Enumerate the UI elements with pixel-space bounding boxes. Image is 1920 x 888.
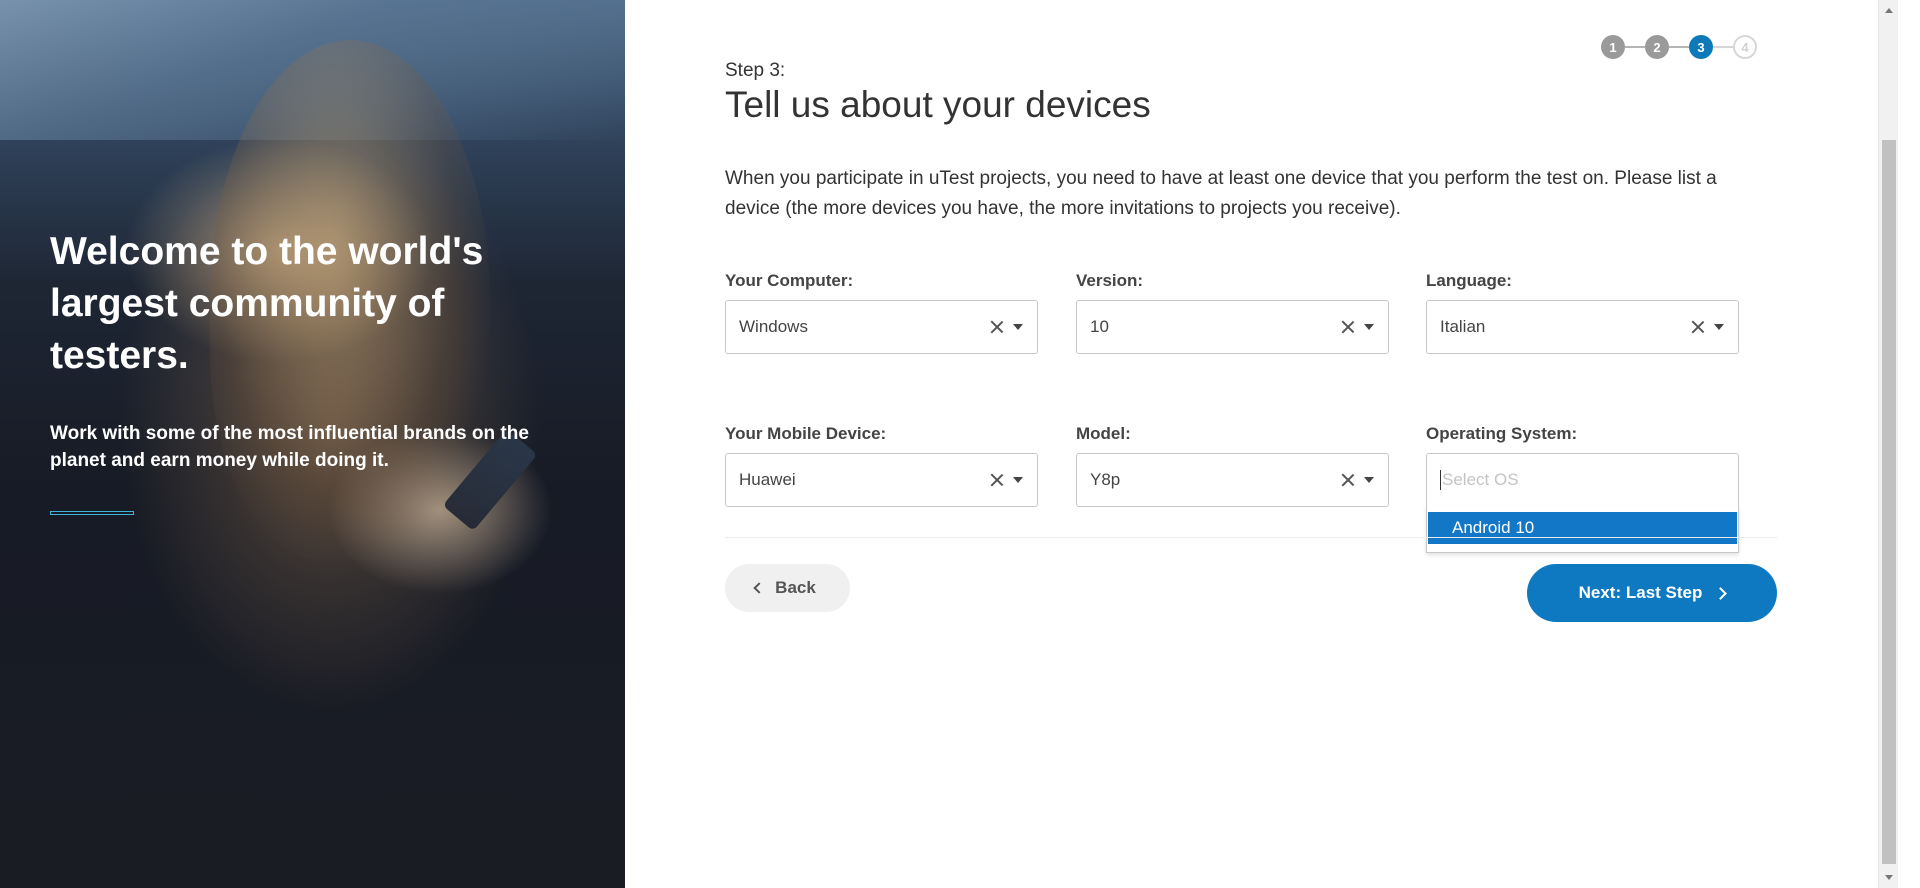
clear-icon[interactable] — [1688, 317, 1708, 337]
mobile-model-select[interactable]: Y8p — [1076, 453, 1389, 507]
caret-down-icon[interactable] — [1013, 477, 1023, 483]
step-1-indicator: 1 — [1601, 35, 1625, 59]
mobile-os-dropdown: Android 10 — [1426, 506, 1739, 553]
scroll-up-arrow-icon[interactable] — [1885, 8, 1893, 13]
step-4-indicator: 4 — [1733, 35, 1757, 59]
computer-language-select[interactable]: Italian — [1426, 300, 1739, 354]
hero-title: Welcome to the world's largest community… — [50, 230, 484, 377]
form-divider — [725, 537, 1777, 538]
progress-stepper: 1 2 3 4 — [1601, 35, 1757, 59]
version-label: Version: — [1076, 271, 1144, 290]
caret-down-icon[interactable] — [1364, 324, 1374, 330]
step-connector — [1625, 46, 1645, 48]
mobile-device-value: Huawei — [739, 470, 796, 489]
hero-subtitle: Work with some of the most influential b… — [50, 423, 529, 471]
computer-version-select[interactable]: 10 — [1076, 300, 1389, 354]
clear-icon[interactable] — [987, 317, 1007, 337]
clear-icon[interactable] — [1338, 317, 1358, 337]
step-connector — [1713, 46, 1733, 48]
computer-version-value: 10 — [1090, 317, 1109, 336]
caret-down-icon[interactable] — [1364, 477, 1374, 483]
clear-icon[interactable] — [1338, 470, 1358, 490]
intro-text: When you participate in uTest projects, … — [725, 168, 1717, 219]
dropdown-option[interactable]: Android 10 — [1428, 512, 1737, 544]
mobile-os-placeholder[interactable]: Select OS — [1442, 470, 1738, 490]
mobile-os-label: Operating System: — [1426, 424, 1578, 443]
computer-language-value: Italian — [1440, 317, 1486, 336]
window-edge — [1898, 0, 1920, 888]
signup-page: Welcome to the world's largest community… — [0, 0, 1920, 888]
step-label: Step 3: — [725, 60, 786, 81]
chevron-right-icon — [1714, 586, 1728, 600]
mobile-model-value: Y8p — [1090, 470, 1121, 489]
mobile-device-label: Your Mobile Device: — [725, 424, 887, 443]
mobile-os-select[interactable]: Select OS — [1426, 453, 1739, 507]
text-cursor — [1440, 470, 1441, 490]
computer-os-value: Windows — [739, 317, 808, 336]
back-button[interactable]: Back — [725, 564, 850, 612]
chevron-left-icon — [753, 582, 765, 594]
hero-panel: Welcome to the world's largest community… — [0, 0, 625, 888]
clear-icon[interactable] — [987, 470, 1007, 490]
caret-down-icon[interactable] — [1013, 324, 1023, 330]
computer-label: Your Computer: — [725, 271, 854, 290]
scrollbar-thumb[interactable] — [1882, 140, 1896, 864]
hero-accent-line — [50, 511, 134, 515]
step-3-indicator: 3 — [1689, 35, 1713, 59]
scroll-down-arrow-icon[interactable] — [1885, 875, 1893, 880]
language-label: Language: — [1426, 271, 1512, 290]
next-button[interactable]: Next: Last Step — [1527, 564, 1777, 622]
model-label: Model: — [1076, 424, 1131, 443]
step-2-indicator: 2 — [1645, 35, 1669, 59]
caret-down-icon[interactable] — [1714, 324, 1724, 330]
vertical-scrollbar[interactable] — [1878, 0, 1898, 888]
page-title: Tell us about your devices — [725, 84, 1151, 125]
back-button-label: Back — [775, 578, 816, 597]
step-connector — [1669, 46, 1689, 48]
next-button-label: Next: Last Step — [1578, 583, 1703, 602]
mobile-device-select[interactable]: Huawei — [725, 453, 1038, 507]
computer-os-select[interactable]: Windows — [725, 300, 1038, 354]
